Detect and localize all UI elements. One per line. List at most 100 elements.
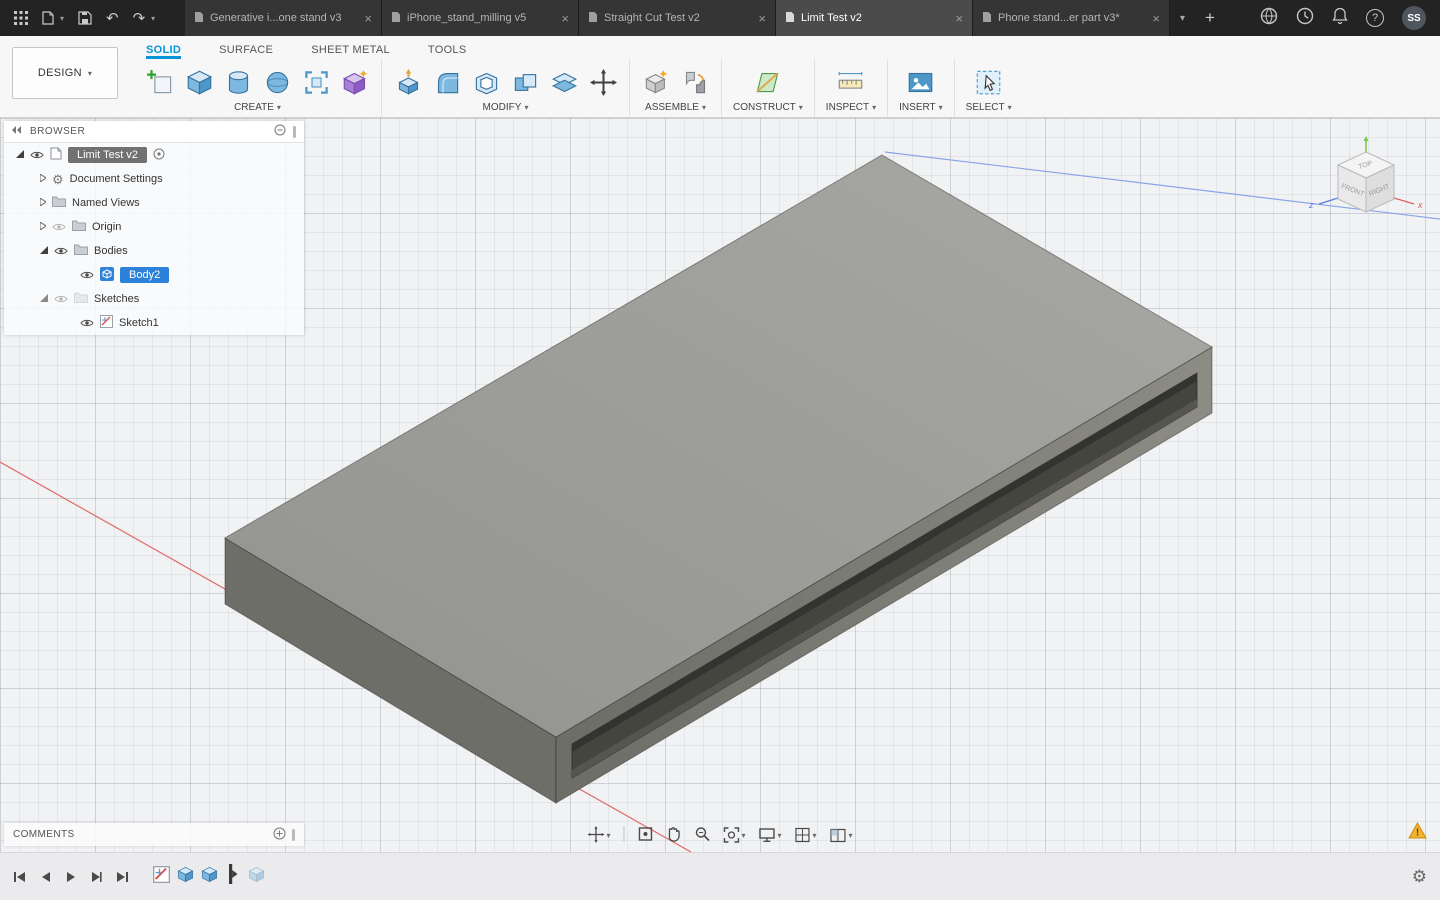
move-copy-icon[interactable] [588, 67, 618, 97]
fillet-icon[interactable] [432, 67, 462, 97]
eye-icon[interactable] [54, 246, 68, 256]
app-grid-icon[interactable] [14, 11, 28, 25]
pan-hand-icon[interactable] [666, 826, 681, 842]
doc-tab-3[interactable]: Straight Cut Test v2 × [579, 0, 776, 36]
add-comment-icon[interactable] [273, 827, 286, 843]
insert-image-icon[interactable] [906, 67, 936, 97]
viewports-icon[interactable] [830, 825, 853, 843]
grid-snap-icon[interactable] [795, 825, 817, 843]
activate-component-icon[interactable] [153, 148, 165, 163]
expander-icon[interactable] [39, 173, 47, 185]
step-forward-icon[interactable] [90, 871, 102, 883]
display-settings-icon[interactable] [758, 825, 781, 843]
expander-icon[interactable] [39, 197, 47, 209]
browser-item-sketches[interactable]: Sketches [4, 287, 304, 311]
eye-icon[interactable] [80, 270, 94, 280]
tab-overflow-icon[interactable]: ▾ [1170, 13, 1195, 24]
offset-face-icon[interactable] [549, 67, 579, 97]
viewport-canvas[interactable]: BROWSER Limit Test v2 ⚙ Document Setting… [0, 118, 1440, 852]
browser-item-sketch1[interactable]: Sketch1 [4, 311, 304, 335]
collapse-tree-icon[interactable] [274, 124, 286, 139]
redo-icon[interactable]: ↷ [133, 9, 146, 27]
go-to-start-icon[interactable] [13, 871, 27, 883]
comments-panel[interactable]: COMMENTS [4, 823, 304, 846]
extensions-icon[interactable] [1260, 7, 1278, 30]
item-label[interactable]: Sketches [94, 293, 139, 305]
shell-icon[interactable] [471, 67, 501, 97]
redo-caret-icon[interactable]: ▾ [151, 14, 155, 23]
help-icon[interactable]: ? [1366, 9, 1384, 27]
primitives-icon[interactable] [340, 67, 370, 97]
new-tab-button[interactable]: + [1195, 8, 1225, 28]
modify-menu[interactable]: MODIFY [393, 102, 618, 113]
bell-icon[interactable] [1332, 7, 1348, 30]
new-component-icon[interactable] [641, 67, 671, 97]
browser-item-root[interactable]: Limit Test v2 [4, 143, 304, 167]
browser-item-named-views[interactable]: Named Views [4, 191, 304, 215]
browser-item-bodies[interactable]: Bodies [4, 239, 304, 263]
warning-icon[interactable]: ! [1408, 821, 1427, 844]
press-pull-icon[interactable] [393, 67, 423, 97]
panel-scrollbar[interactable] [292, 828, 295, 841]
tab-tools[interactable]: TOOLS [428, 44, 467, 59]
model-body[interactable] [224, 154, 1213, 804]
file-menu-icon[interactable] [42, 11, 54, 25]
play-icon[interactable] [65, 871, 77, 883]
close-icon[interactable]: × [561, 12, 569, 25]
construct-menu[interactable]: CONSTRUCT [733, 102, 803, 113]
playhead-marker[interactable] [228, 864, 238, 889]
expander-icon[interactable] [39, 221, 47, 233]
combine-icon[interactable] [510, 67, 540, 97]
orbit-icon[interactable] [587, 825, 610, 843]
view-cube[interactable]: x z TOP FRONT RIGHT [1306, 136, 1426, 233]
browser-item-body2[interactable]: Body2 [4, 263, 304, 287]
doc-tab-4-active[interactable]: Limit Test v2 × [776, 0, 973, 36]
body-label[interactable]: Body2 [120, 267, 170, 283]
joint-icon[interactable] [680, 67, 710, 97]
file-caret-icon[interactable]: ▾ [60, 14, 64, 23]
panel-scrollbar[interactable] [293, 125, 296, 138]
eye-icon[interactable] [80, 318, 94, 328]
sphere-icon[interactable] [262, 67, 292, 97]
workspace-switcher[interactable]: DESIGN [12, 47, 118, 99]
extrude-feature-icon[interactable] [177, 866, 194, 888]
collapse-panel-icon[interactable] [12, 126, 23, 137]
tab-surface[interactable]: SURFACE [219, 44, 273, 59]
browser-item-origin[interactable]: Origin [4, 215, 304, 239]
step-back-icon[interactable] [40, 871, 52, 883]
item-label[interactable]: Named Views [72, 197, 140, 209]
eye-icon[interactable] [30, 150, 44, 160]
timeline-settings-gear-icon[interactable]: ⚙ [1412, 868, 1427, 885]
item-label[interactable]: Bodies [94, 245, 128, 257]
close-icon[interactable]: × [955, 12, 963, 25]
select-icon[interactable] [974, 67, 1004, 97]
extrude-feature-suppressed-icon[interactable] [248, 866, 265, 888]
doc-tab-1[interactable]: Generative i...one stand v3 × [185, 0, 382, 36]
avatar[interactable]: SS [1402, 6, 1426, 30]
look-at-icon[interactable] [637, 826, 653, 842]
go-to-end-icon[interactable] [115, 871, 129, 883]
measure-icon[interactable] [836, 67, 866, 97]
inspect-menu[interactable]: INSPECT [826, 102, 876, 113]
eye-hidden-icon[interactable] [54, 294, 68, 304]
tab-sheet-metal[interactable]: SHEET METAL [311, 44, 390, 59]
select-menu[interactable]: SELECT [966, 102, 1012, 113]
undo-icon[interactable]: ↶ [106, 9, 119, 27]
doc-tab-5[interactable]: Phone stand...er part v3* × [973, 0, 1170, 36]
extrude-feature-icon[interactable] [201, 866, 218, 888]
item-label[interactable]: Origin [92, 221, 121, 233]
zoom-icon[interactable] [694, 826, 710, 842]
doc-tab-2[interactable]: iPhone_stand_milling v5 × [382, 0, 579, 36]
close-icon[interactable]: × [364, 12, 372, 25]
sketch-feature-icon[interactable] [153, 865, 170, 888]
construction-plane-icon[interactable] [753, 67, 783, 97]
fit-icon[interactable] [723, 825, 745, 843]
create-sketch-icon[interactable] [145, 67, 175, 97]
insert-menu[interactable]: INSERT [899, 102, 943, 113]
expander-icon[interactable] [40, 245, 48, 257]
job-status-icon[interactable] [1296, 7, 1314, 30]
box-icon[interactable] [184, 67, 214, 97]
create-form-icon[interactable] [301, 67, 331, 97]
expander-icon[interactable] [40, 293, 48, 305]
tab-solid[interactable]: SOLID [146, 44, 182, 59]
